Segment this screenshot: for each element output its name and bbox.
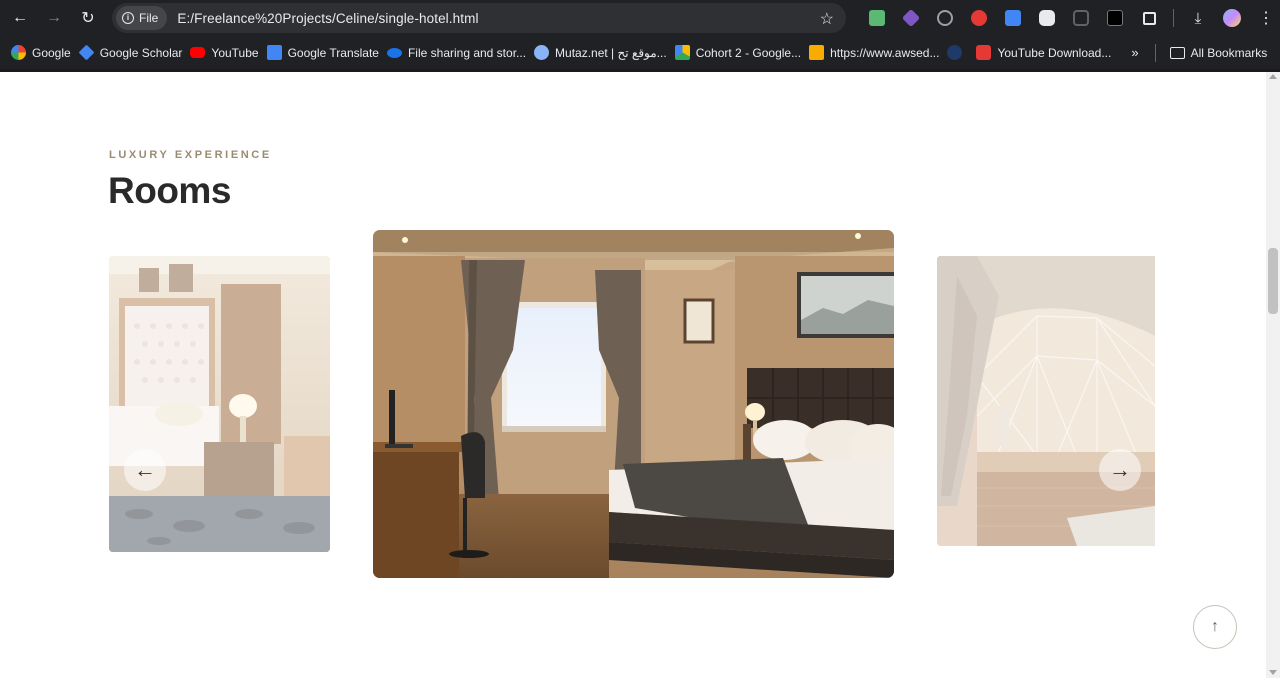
toolbar-divider	[1173, 9, 1174, 27]
folder-icon	[1169, 46, 1185, 59]
arrow-left-icon: ←	[134, 457, 156, 482]
download-icon[interactable]: ⤓	[1181, 0, 1215, 36]
extension-6-icon[interactable]	[1030, 0, 1064, 36]
file-sharing-icon	[386, 47, 402, 58]
google-icon	[11, 45, 26, 60]
bookmark-google-scholar[interactable]: Google Scholar	[77, 39, 189, 67]
more-bookmarks-chevron-icon[interactable]: »	[1131, 45, 1138, 60]
scroll-up-arrow-icon[interactable]	[1269, 74, 1277, 79]
bookmark-unnamed[interactable]	[945, 39, 974, 67]
extension-8-icon[interactable]	[1098, 0, 1132, 36]
extension-2-icon[interactable]	[894, 0, 928, 36]
bookmark-google[interactable]: Google	[9, 39, 77, 67]
scholar-icon	[78, 44, 95, 61]
scrollbar-thumb[interactable]	[1268, 248, 1278, 314]
bookmarks-divider	[1154, 43, 1156, 62]
bookmark-file-sharing[interactable]: File sharing and stor...	[385, 39, 532, 67]
reload-button[interactable]: ↻	[71, 0, 105, 36]
carousel-prev-button[interactable]: ←	[124, 449, 166, 491]
arrow-up-icon: ↑	[1211, 618, 1219, 635]
scroll-down-arrow-icon[interactable]	[1269, 670, 1277, 675]
carousel-next-button[interactable]: →	[1099, 449, 1141, 491]
drive-icon	[674, 45, 690, 60]
profile-avatar[interactable]	[1215, 0, 1249, 36]
forward-button[interactable]: →	[37, 0, 71, 36]
back-to-top-button[interactable]: ↑	[1193, 605, 1237, 649]
bookmark-star-icon[interactable]: ☆	[820, 9, 834, 29]
bookmark-youtube[interactable]: YouTube	[188, 39, 264, 67]
extension-5-icon[interactable]	[996, 0, 1030, 36]
site-chip-label: File	[139, 11, 159, 25]
dome-photo-right[interactable]	[937, 256, 1155, 546]
box-icon	[809, 45, 825, 60]
youtube-icon	[190, 47, 206, 58]
address-bar[interactable]: i File E:/Freelance%20Projects/Celine/si…	[112, 3, 846, 33]
bookmark-youtube-downloader[interactable]: YouTube Download...	[974, 39, 1117, 67]
page-viewport: LUXURY EXPERIENCE Rooms ← → ↑	[0, 72, 1266, 678]
section-title: Rooms	[108, 170, 231, 211]
page-scrollbar[interactable]	[1266, 72, 1280, 678]
extension-7-icon[interactable]	[1064, 0, 1098, 36]
arrow-right-icon: →	[1109, 457, 1131, 482]
bookmark-cohort[interactable]: Cohort 2 - Google...	[673, 39, 807, 67]
room-photo-left[interactable]	[109, 256, 330, 552]
extensions-area: ⤓ ⋮	[860, 0, 1280, 36]
menu-icon[interactable]: ⋮	[1249, 0, 1280, 36]
browser-toolbar: ← → ↻ i File E:/Freelance%20Projects/Cel…	[0, 0, 1280, 36]
bookmark-mutaz[interactable]: Mutaz.net | موقع تح...	[532, 39, 673, 67]
extension-4-icon[interactable]	[962, 0, 996, 36]
mutaz-icon	[534, 45, 550, 60]
site-info-chip[interactable]: i File	[116, 6, 168, 30]
bookmarks-bar: Google Google Scholar YouTube Google Tra…	[0, 36, 1280, 69]
room-photo-center[interactable]	[373, 230, 894, 578]
extension-3-icon[interactable]	[928, 0, 962, 36]
back-button[interactable]: ←	[3, 0, 37, 36]
translate-icon	[266, 45, 282, 60]
extension-1-icon[interactable]	[860, 0, 894, 36]
info-icon: i	[122, 12, 134, 24]
url-text[interactable]: E:/Freelance%20Projects/Celine/single-ho…	[177, 11, 478, 26]
section-eyebrow: LUXURY EXPERIENCE	[109, 149, 272, 161]
all-bookmarks[interactable]: All Bookmarks	[1168, 39, 1274, 67]
bookmark-google-translate[interactable]: Google Translate	[265, 39, 385, 67]
bookmark-awsed[interactable]: https://www.awsed...	[807, 39, 945, 67]
extensions-puzzle-icon[interactable]	[1132, 0, 1166, 36]
bookmark-favicon-icon	[947, 45, 963, 60]
downloader-icon	[976, 45, 992, 60]
